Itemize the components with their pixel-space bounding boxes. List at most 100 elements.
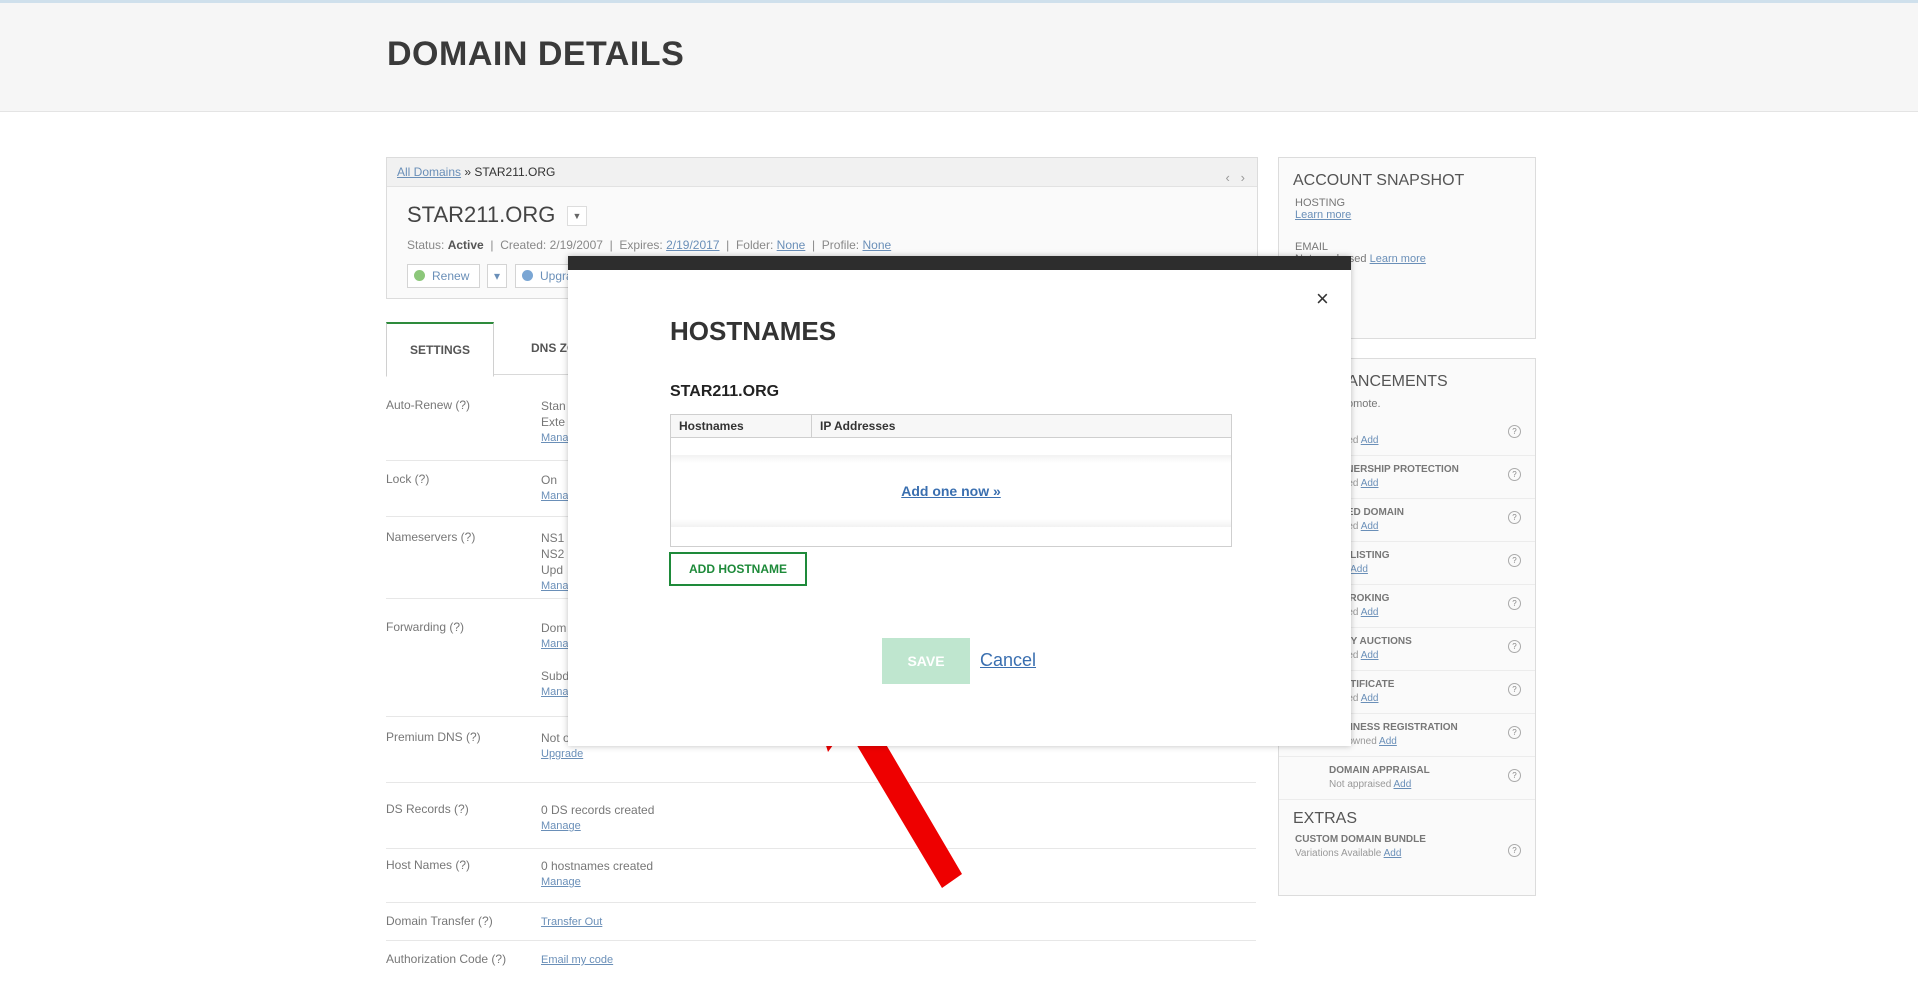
info-icon[interactable]: ? xyxy=(1508,769,1521,782)
enhancement-add-link[interactable]: Add xyxy=(1394,779,1412,790)
extras-add-link[interactable]: Add xyxy=(1384,848,1402,859)
manage-link[interactable]: Mana xyxy=(541,636,569,652)
hostnames-table: Hostnames IP Addresses Add one now » xyxy=(670,414,1232,547)
breadcrumb-current: STAR211.ORG xyxy=(474,165,556,179)
enhancement-add-link[interactable]: Add xyxy=(1361,650,1379,661)
enhancement-add-link[interactable]: Add xyxy=(1379,736,1397,747)
upgrade-link[interactable]: Upgrade xyxy=(541,746,583,762)
enhancement-add-link[interactable]: Add xyxy=(1361,693,1379,704)
info-icon[interactable]: ? xyxy=(1508,683,1521,696)
domain-menu-caret-icon[interactable]: ▼ xyxy=(567,206,587,226)
profile-label: Profile: xyxy=(821,238,860,252)
domain-meta: Status: Active | Created: 2/19/2007 | Ex… xyxy=(407,238,892,252)
setting-value: Email my code xyxy=(541,952,613,968)
renew-button[interactable]: Renew xyxy=(407,264,481,288)
setting-label: Auto-Renew (?) xyxy=(386,398,471,412)
setting-label: Host Names (?) xyxy=(386,858,471,872)
setting-label: Forwarding (?) xyxy=(386,620,465,634)
setting-text: Subd xyxy=(541,669,570,683)
enhancement-status: Not appraised Add xyxy=(1329,779,1411,790)
breadcrumb-all-domains-link[interactable]: All Domains xyxy=(397,165,461,179)
enhancement-add-link[interactable]: Add xyxy=(1361,435,1379,446)
prev-domain-icon[interactable]: ‹ xyxy=(1225,170,1229,185)
info-icon[interactable]: ? xyxy=(1508,468,1521,481)
setting-text: Upd xyxy=(541,563,564,577)
setting-value: 0 DS records created Manage xyxy=(541,802,654,834)
renew-label: Renew xyxy=(432,269,470,283)
enhancement-add-link[interactable]: Add xyxy=(1361,478,1379,489)
expires-link[interactable]: 2/19/2017 xyxy=(666,238,719,252)
page-title: DOMAIN DETAILS xyxy=(387,35,685,73)
hosting-learn-more-link[interactable]: Learn more xyxy=(1295,209,1351,221)
manage-link[interactable]: Mana xyxy=(541,488,569,504)
close-icon[interactable]: × xyxy=(1316,286,1329,312)
domain-nav: ‹ › xyxy=(1225,164,1245,192)
email-learn-more-link[interactable]: Learn more xyxy=(1370,253,1426,265)
info-icon[interactable]: ? xyxy=(1508,511,1521,524)
extras-name: CUSTOM DOMAIN BUNDLE xyxy=(1295,834,1426,845)
header-band: DOMAIN DETAILS xyxy=(0,3,1918,112)
hostnames-empty-state: Add one now » xyxy=(671,455,1231,527)
add-one-now-link[interactable]: Add one now » xyxy=(671,483,1231,499)
setting-text: On xyxy=(541,473,558,487)
enhancement-add-link[interactable]: Add xyxy=(1361,607,1379,618)
enhancement-item: DOMAIN APPRAISAL Not appraised Add? xyxy=(1279,757,1535,800)
breadcrumb: All Domains » STAR211.ORG ‹ › xyxy=(387,158,1257,187)
modal-topbar xyxy=(568,256,1351,270)
setting-text: Not o xyxy=(541,731,570,745)
setting-value: On Mana xyxy=(541,472,569,504)
upgrade-icon xyxy=(522,270,533,281)
info-icon[interactable]: ? xyxy=(1508,554,1521,567)
next-domain-icon[interactable]: › xyxy=(1241,170,1245,185)
extras-item: CUSTOM DOMAIN BUNDLE Variations Availabl… xyxy=(1279,832,1535,874)
setting-value: Transfer Out xyxy=(541,914,602,930)
info-icon[interactable]: ? xyxy=(1508,425,1521,438)
enhancement-add-link[interactable]: Add xyxy=(1361,521,1379,532)
setting-label: DS Records (?) xyxy=(386,802,469,816)
domain-name: STAR211.ORG xyxy=(407,202,556,227)
setting-text: Dom xyxy=(541,621,567,635)
hostnames-table-header: Hostnames IP Addresses xyxy=(671,415,1231,438)
extras-title: EXTRAS xyxy=(1293,810,1358,827)
enhancement-add-link[interactable]: Add xyxy=(1350,564,1368,575)
setting-label: Nameservers (?) xyxy=(386,530,476,544)
manage-link[interactable]: Manage xyxy=(541,874,653,890)
folder-link[interactable]: None xyxy=(777,238,806,252)
tab-settings[interactable]: SETTINGS xyxy=(386,322,494,377)
setting-row-ds-records: DS Records (?) 0 DS records created Mana… xyxy=(386,802,1256,849)
setting-text: 0 DS records created xyxy=(541,803,655,817)
add-hostname-button[interactable]: ADD HOSTNAME xyxy=(669,552,807,586)
setting-text: 0 hostnames created xyxy=(541,859,654,873)
breadcrumb-separator: » xyxy=(464,165,472,179)
setting-text: NS2 xyxy=(541,547,565,561)
email-code-link[interactable]: Email my code xyxy=(541,952,613,968)
info-icon[interactable]: ? xyxy=(1508,597,1521,610)
setting-value: 0 hostnames created Manage xyxy=(541,858,653,890)
info-icon[interactable]: ? xyxy=(1508,640,1521,653)
column-ip-addresses: IP Addresses xyxy=(811,415,895,437)
setting-row-authorization-code: Authorization Code (?) Email my code xyxy=(386,952,1256,976)
info-icon[interactable]: ? xyxy=(1508,726,1521,739)
setting-value: Stan Exte Mana xyxy=(541,398,569,446)
hostnames-modal: × HOSTNAMES STAR211.ORG Hostnames IP Add… xyxy=(568,256,1351,746)
setting-text: NS1 xyxy=(541,531,565,545)
modal-domain-name: STAR211.ORG xyxy=(670,383,780,400)
setting-row-host-names: Host Names (?) 0 hostnames created Manag… xyxy=(386,858,1256,903)
setting-row-domain-transfer: Domain Transfer (?) Transfer Out xyxy=(386,914,1256,941)
created-label: Created: xyxy=(500,238,547,252)
renew-dropdown-button[interactable]: ▾ xyxy=(487,264,508,288)
setting-label: Authorization Code (?) xyxy=(386,952,507,966)
manage-link[interactable]: Mana xyxy=(541,684,569,700)
manage-link[interactable]: Mana xyxy=(541,578,569,594)
manage-link[interactable]: Mana xyxy=(541,430,569,446)
manage-link[interactable]: Manage xyxy=(541,818,654,834)
transfer-out-link[interactable]: Transfer Out xyxy=(541,914,602,930)
setting-label: Lock (?) xyxy=(386,472,430,486)
save-button[interactable]: SAVE xyxy=(882,638,970,684)
email-label: EMAIL xyxy=(1295,241,1329,253)
profile-link[interactable]: None xyxy=(863,238,892,252)
info-icon[interactable]: ? xyxy=(1508,844,1521,857)
cancel-link[interactable]: Cancel xyxy=(980,650,1036,671)
account-snapshot-title: ACCOUNT SNAPSHOT xyxy=(1293,172,1465,189)
enhancement-status-text: Not appraised xyxy=(1329,779,1392,790)
